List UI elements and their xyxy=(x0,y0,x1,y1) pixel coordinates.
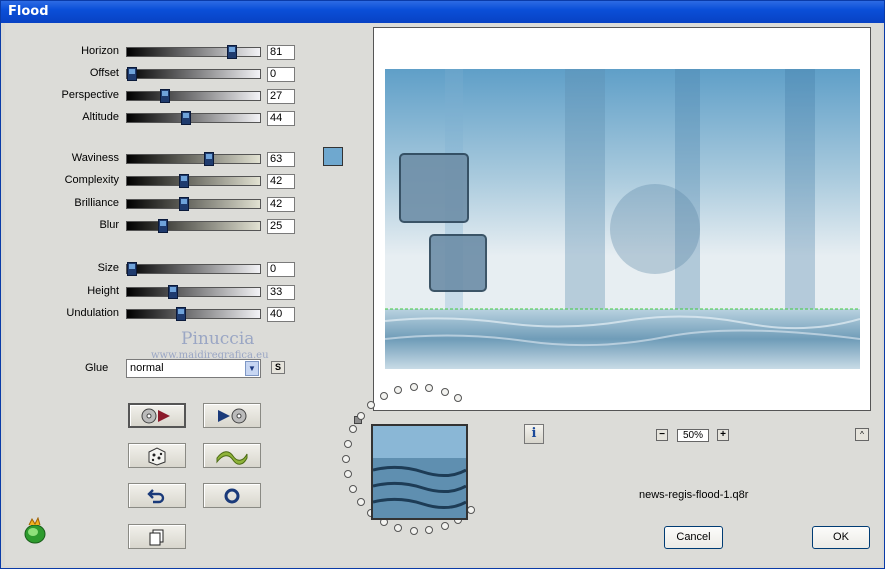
dialog-client-area: Horizon 81 Offset 0 Perspective 27 Altitude 44 W… xyxy=(5,23,882,566)
water-color-swatch[interactable] xyxy=(323,147,343,166)
preset-filename: news-regis-flood-1.q8r xyxy=(639,489,749,501)
random-button[interactable] xyxy=(128,443,186,468)
slider-blur[interactable] xyxy=(126,219,261,233)
slider-value-complexity[interactable]: 42 xyxy=(267,174,295,189)
slider-thumb[interactable] xyxy=(181,111,191,125)
undo-button[interactable] xyxy=(128,483,186,508)
collapse-button[interactable]: ^ xyxy=(855,428,869,441)
slider-thumb[interactable] xyxy=(176,307,186,321)
cancel-button[interactable]: Cancel xyxy=(664,526,723,549)
slider-label-brilliance: Brilliance xyxy=(74,197,119,209)
slider-value-offset[interactable]: 0 xyxy=(267,67,295,82)
slider-label-horizon: Horizon xyxy=(81,45,119,57)
slider-undulation[interactable] xyxy=(126,307,261,321)
slider-value-perspective[interactable]: 27 xyxy=(267,89,295,104)
slider-value-height[interactable]: 33 xyxy=(267,285,295,300)
navigator-dot[interactable] xyxy=(380,391,388,400)
slider-thumb[interactable] xyxy=(168,285,178,299)
slider-value-size[interactable]: 0 xyxy=(267,262,295,277)
navigator-dot[interactable] xyxy=(348,425,357,434)
ring-icon xyxy=(224,488,240,503)
window-title: Flood xyxy=(8,4,49,19)
slider-label-altitude: Altitude xyxy=(82,111,119,123)
copy-page-icon xyxy=(149,529,164,545)
zoom-in-button[interactable]: + xyxy=(717,429,729,441)
slider-value-blur[interactable]: 25 xyxy=(267,219,295,234)
navigator-dot[interactable] xyxy=(440,387,449,396)
slider-label-offset: Offset xyxy=(89,67,119,79)
slider-complexity[interactable] xyxy=(126,174,261,188)
chevron-down-icon[interactable]: ▼ xyxy=(245,361,259,376)
zoom-out-button[interactable]: − xyxy=(656,429,668,441)
navigator-thumbnail-image xyxy=(373,426,466,518)
slider-thumb[interactable] xyxy=(204,152,214,166)
slider-label-complexity: Complexity xyxy=(64,174,119,186)
slider-value-waviness[interactable]: 63 xyxy=(267,152,295,167)
flood-dialog-window: Flood Horizon 81 Offset 0 Perspective 27 Altit… xyxy=(0,0,885,569)
slider-thumb[interactable] xyxy=(127,67,137,81)
navigator-dot[interactable] xyxy=(348,484,357,493)
slider-value-horizon[interactable]: 81 xyxy=(267,45,295,60)
preset-load-button[interactable] xyxy=(128,403,186,428)
navigator-thumbnail[interactable] xyxy=(371,424,468,520)
undo-arrow-icon xyxy=(147,488,165,503)
info-button[interactable]: i xyxy=(524,424,544,444)
navigator-dot[interactable] xyxy=(342,455,350,463)
slider-perspective[interactable] xyxy=(126,89,261,103)
navigator-dot[interactable] xyxy=(394,524,403,533)
slider-value-altitude[interactable]: 44 xyxy=(267,111,295,126)
navigator-dot[interactable] xyxy=(367,400,376,409)
navigator-dot[interactable] xyxy=(409,526,418,535)
preset-save-button[interactable] xyxy=(203,403,261,428)
slider-value-undulation[interactable]: 40 xyxy=(267,307,295,322)
wave-button[interactable] xyxy=(203,443,261,468)
navigator-dot[interactable] xyxy=(343,439,352,448)
flood-preview-image[interactable] xyxy=(385,69,860,369)
slider-label-undulation: Undulation xyxy=(66,307,119,319)
watermark-name: Pinuccia xyxy=(181,329,255,349)
slider-label-waviness: Waviness xyxy=(71,152,119,164)
title-bar[interactable]: Flood xyxy=(1,1,884,23)
navigator-dot[interactable] xyxy=(440,522,449,531)
slider-label-height: Height xyxy=(87,285,119,297)
slider-horizon[interactable] xyxy=(126,45,261,59)
navigator-dot[interactable] xyxy=(356,411,365,420)
slider-offset[interactable] xyxy=(126,67,261,81)
copy-button[interactable] xyxy=(128,524,186,549)
slider-waviness[interactable] xyxy=(126,152,261,166)
preview-frame[interactable] xyxy=(373,27,871,411)
glue-s-button[interactable]: S xyxy=(271,361,285,374)
slider-altitude[interactable] xyxy=(126,111,261,125)
arrow-disc-icon xyxy=(218,408,247,423)
glue-label: Glue xyxy=(85,362,109,374)
slider-thumb[interactable] xyxy=(127,262,137,276)
slider-label-perspective: Perspective xyxy=(61,89,119,101)
disc-arrow-icon xyxy=(141,408,170,423)
dice-icon xyxy=(148,446,166,466)
slider-label-blur: Blur xyxy=(99,219,119,231)
slider-thumb[interactable] xyxy=(179,174,189,188)
slider-brilliance[interactable] xyxy=(126,197,261,211)
zoom-level: 50% xyxy=(677,429,709,442)
slider-thumb[interactable] xyxy=(179,197,189,211)
slider-label-size: Size xyxy=(97,262,119,274)
glue-select-value: normal xyxy=(130,362,164,374)
ok-button[interactable]: OK xyxy=(812,526,870,549)
slider-value-brilliance[interactable]: 42 xyxy=(267,197,295,212)
slider-size[interactable] xyxy=(126,262,261,276)
navigator-dot[interactable] xyxy=(356,498,365,507)
slider-height[interactable] xyxy=(126,285,261,299)
glue-select[interactable]: normal ▼ xyxy=(126,359,261,378)
wave-icon xyxy=(216,450,248,465)
navigator-dot[interactable] xyxy=(343,470,352,479)
navigator-dot[interactable] xyxy=(425,526,434,535)
slider-thumb[interactable] xyxy=(227,45,237,59)
reset-button[interactable] xyxy=(203,483,261,508)
slider-thumb[interactable] xyxy=(160,89,170,103)
navigator-dot[interactable] xyxy=(409,383,418,392)
slider-thumb[interactable] xyxy=(158,219,168,233)
app-logo-icon xyxy=(24,517,46,544)
